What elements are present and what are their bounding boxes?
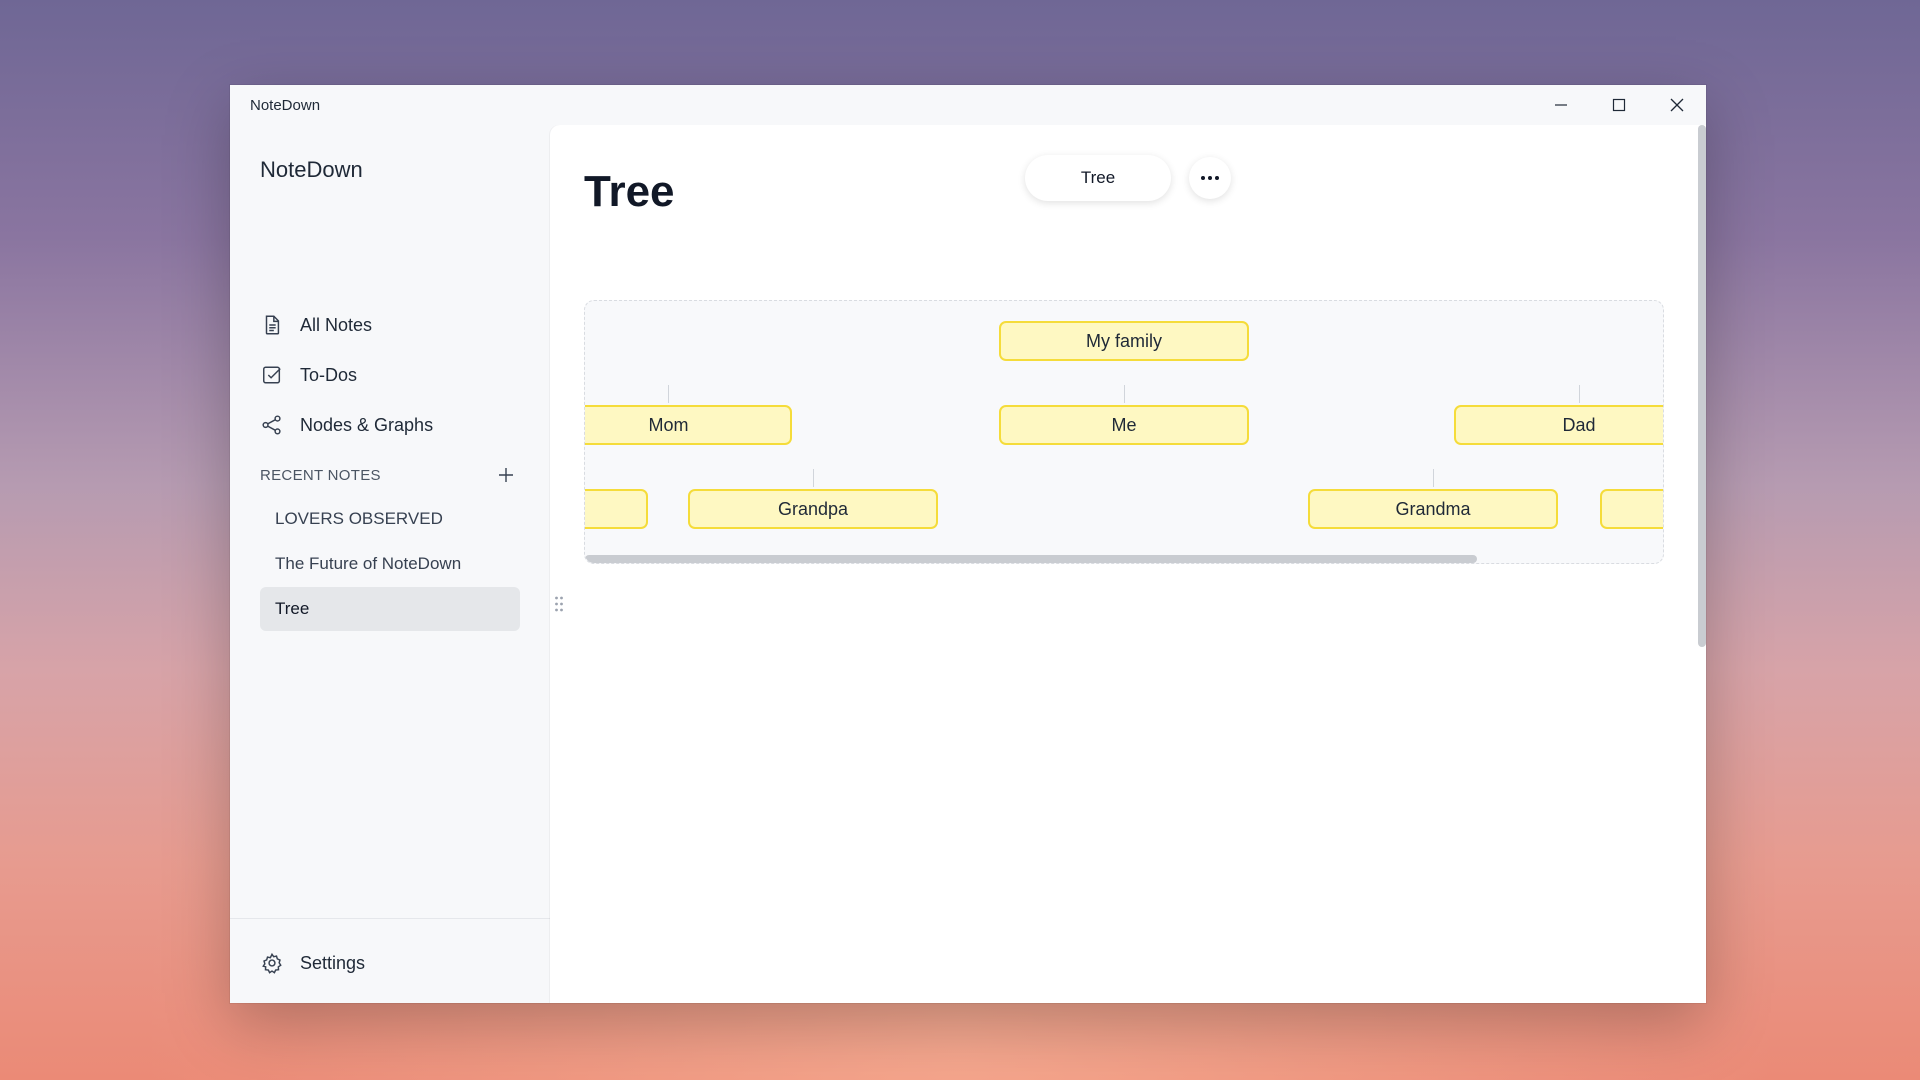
recent-note-item-active[interactable]: Tree <box>260 587 520 631</box>
close-button[interactable] <box>1648 85 1706 125</box>
recent-note-label: The Future of NoteDown <box>275 554 462 573</box>
nav-nodes-graphs[interactable]: Nodes & Graphs <box>260 407 433 443</box>
nav-label: All Notes <box>300 314 373 335</box>
plus-icon <box>499 468 513 482</box>
tree-node[interactable]: Mom <box>585 405 792 445</box>
nav-all-notes[interactable]: All Notes <box>260 307 372 343</box>
drag-handle-icon[interactable] <box>554 595 564 613</box>
title-bar[interactable]: NoteDown <box>230 85 1706 125</box>
more-options-button[interactable] <box>1189 157 1231 199</box>
horizontal-scrollbar[interactable] <box>585 555 1477 563</box>
sidebar-divider <box>230 918 550 919</box>
settings-button[interactable]: Settings <box>260 945 365 981</box>
document-icon <box>260 313 284 337</box>
recent-note-item[interactable]: The Future of NoteDown <box>260 542 520 586</box>
tree-connector <box>668 385 669 403</box>
tree-node[interactable] <box>1600 489 1663 529</box>
settings-label: Settings <box>300 952 366 973</box>
nav-label: Nodes & Graphs <box>300 414 434 435</box>
nav-label: To-Dos <box>300 364 358 385</box>
close-icon <box>1670 98 1684 112</box>
tree-connector <box>1124 385 1125 403</box>
tree-node[interactable]: Grandpa <box>688 489 938 529</box>
share-nodes-icon <box>260 413 284 437</box>
tree-node-root[interactable]: My family <box>999 321 1249 361</box>
maximize-button[interactable] <box>1590 85 1648 125</box>
tree-node[interactable]: Grandma <box>1308 489 1558 529</box>
app-window: NoteDown NoteDown All Notes To-Dos Nodes… <box>230 85 1706 1003</box>
view-mode-button[interactable]: Tree <box>1025 155 1171 201</box>
maximize-icon <box>1612 98 1626 112</box>
add-note-button[interactable] <box>492 461 520 489</box>
minimize-button[interactable] <box>1532 85 1590 125</box>
tree-node[interactable]: Dad <box>1454 405 1663 445</box>
minimize-icon <box>1555 104 1567 106</box>
window-title: NoteDown <box>250 97 321 114</box>
recent-note-item[interactable]: LOVERS OBSERVED <box>260 497 520 541</box>
more-horizontal-icon <box>1201 176 1219 180</box>
tree-node[interactable]: Me <box>999 405 1249 445</box>
checkbox-icon <box>260 363 284 387</box>
nav-to-dos[interactable]: To-Dos <box>260 357 357 393</box>
recent-notes-label: RECENT NOTES <box>260 467 381 484</box>
tree-connector <box>1433 469 1434 487</box>
recent-note-label: Tree <box>275 599 310 618</box>
tree-node[interactable] <box>585 489 648 529</box>
tree-connector <box>813 469 814 487</box>
main-content: Tree Tree My family Mom Me Dad Grandpa G… <box>550 125 1706 1003</box>
tree-connector <box>1579 385 1580 403</box>
page-title: Tree <box>584 167 675 216</box>
sidebar: NoteDown All Notes To-Dos Nodes & Graphs… <box>230 125 550 1003</box>
recent-note-label: LOVERS OBSERVED <box>275 509 443 528</box>
vertical-scrollbar[interactable] <box>1698 125 1706 647</box>
gear-icon <box>260 951 284 975</box>
tree-canvas[interactable]: My family Mom Me Dad Grandpa Grandma <box>584 300 1664 564</box>
sidebar-title: NoteDown <box>260 157 363 182</box>
